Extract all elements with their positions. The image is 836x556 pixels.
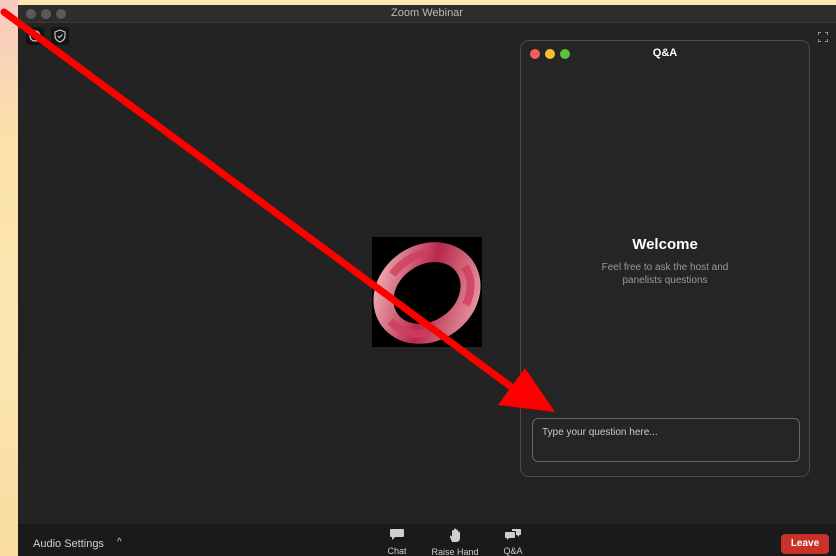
bottom-toolbar: Audio Settings ^ Chat Raise Hand Q&A Lea… <box>18 524 836 556</box>
desktop-background <box>0 0 18 556</box>
leave-button[interactable]: Leave <box>781 534 829 554</box>
chat-label: Chat <box>387 546 407 556</box>
hand-icon <box>449 528 460 542</box>
chat-bubble-icon <box>390 529 404 540</box>
question-input[interactable] <box>532 418 800 462</box>
qa-bubbles-icon <box>505 529 521 540</box>
raise-hand-button[interactable]: Raise Hand <box>430 528 480 556</box>
raise-hand-label: Raise Hand <box>431 547 479 556</box>
zoom-webinar-window: Zoom Webinar Q&A Welcome Feel free to as… <box>18 5 836 556</box>
title-bar: Zoom Webinar <box>18 5 836 23</box>
chat-button[interactable]: Chat <box>382 528 412 556</box>
welcome-heading: Welcome <box>632 236 698 253</box>
window-title: Zoom Webinar <box>391 7 463 19</box>
info-icon[interactable] <box>26 27 44 45</box>
fullscreen-icon[interactable] <box>817 31 829 43</box>
audio-settings-caret[interactable]: ^ <box>117 537 122 548</box>
qa-title: Q&A <box>652 47 678 59</box>
shield-check-icon[interactable] <box>51 27 69 45</box>
participant-logo <box>372 237 482 347</box>
qa-panel: Q&A Welcome Feel free to ask the host an… <box>520 40 810 477</box>
qa-label: Q&A <box>503 546 523 556</box>
audio-settings-button[interactable]: Audio Settings <box>33 538 104 550</box>
qa-button[interactable]: Q&A <box>498 528 528 556</box>
welcome-subtitle: Feel free to ask the host and panelists … <box>601 262 729 286</box>
